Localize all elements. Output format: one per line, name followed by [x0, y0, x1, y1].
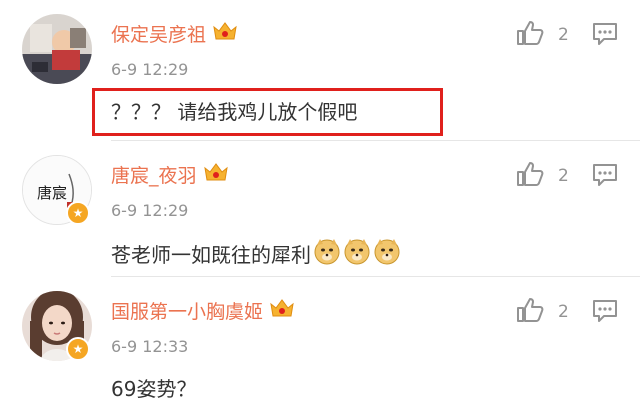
avatar[interactable] — [22, 14, 92, 84]
comment-text: ？？？ 请给我鸡儿放个假吧 — [111, 100, 358, 124]
like-button[interactable]: 2 — [516, 297, 569, 327]
verified-badge-icon: ★ — [66, 201, 90, 225]
comment-timestamp: 6-9 12:29 — [111, 201, 189, 220]
thumbs-up-icon — [516, 297, 544, 327]
username-text[interactable]: 保定吴彦祖 — [111, 20, 206, 47]
username[interactable]: 唐宸_夜羽 — [111, 161, 229, 188]
comment-reply-icon[interactable] — [592, 299, 618, 327]
verified-badge-icon: ★ — [66, 337, 90, 361]
doge-emoji-icon — [373, 237, 401, 270]
vip-crown-icon — [269, 297, 295, 324]
comment-reply-icon[interactable] — [592, 22, 618, 50]
doge-emoji-icon — [343, 237, 371, 270]
doge-emoji-icon — [313, 237, 341, 270]
comment-timestamp: 6-9 12:33 — [111, 337, 189, 356]
username-text[interactable]: 国服第一小胸虞姬 — [111, 297, 263, 324]
comment-reply-icon[interactable] — [592, 163, 618, 191]
comment-text-content: 苍老师一如既往的犀利 — [111, 243, 311, 267]
comment-item: 唐宸 ★ 唐宸_夜羽 6-9 12:29 苍老师一如既往的犀利 2 — [0, 141, 640, 277]
vip-crown-icon — [212, 20, 238, 47]
comment-text: 苍老师一如既往的犀利 — [111, 237, 401, 270]
thumbs-up-icon — [516, 161, 544, 191]
comment-list: 保定吴彦祖 6-9 12:29 ？？？ 请给我鸡儿放个假吧 2 唐宸 ★ 唐宸_… — [0, 0, 640, 411]
like-button[interactable]: 2 — [516, 20, 569, 50]
comment-item: 保定吴彦祖 6-9 12:29 ？？？ 请给我鸡儿放个假吧 2 — [0, 0, 640, 141]
username[interactable]: 国服第一小胸虞姬 — [111, 297, 295, 324]
avatar-calligraphy: 唐宸 — [37, 184, 67, 202]
comment-text: 69姿势？ — [111, 377, 197, 401]
comment-item: ★ 国服第一小胸虞姬 6-9 12:33 69姿势？ 2 — [0, 277, 640, 411]
comment-timestamp: 6-9 12:29 — [111, 60, 189, 79]
username[interactable]: 保定吴彦祖 — [111, 20, 238, 47]
vip-crown-icon — [203, 161, 229, 188]
like-button[interactable]: 2 — [516, 161, 569, 191]
like-count: 2 — [558, 25, 569, 45]
username-text[interactable]: 唐宸_夜羽 — [111, 161, 197, 188]
like-count: 2 — [558, 302, 569, 322]
like-count: 2 — [558, 166, 569, 186]
thumbs-up-icon — [516, 20, 544, 50]
